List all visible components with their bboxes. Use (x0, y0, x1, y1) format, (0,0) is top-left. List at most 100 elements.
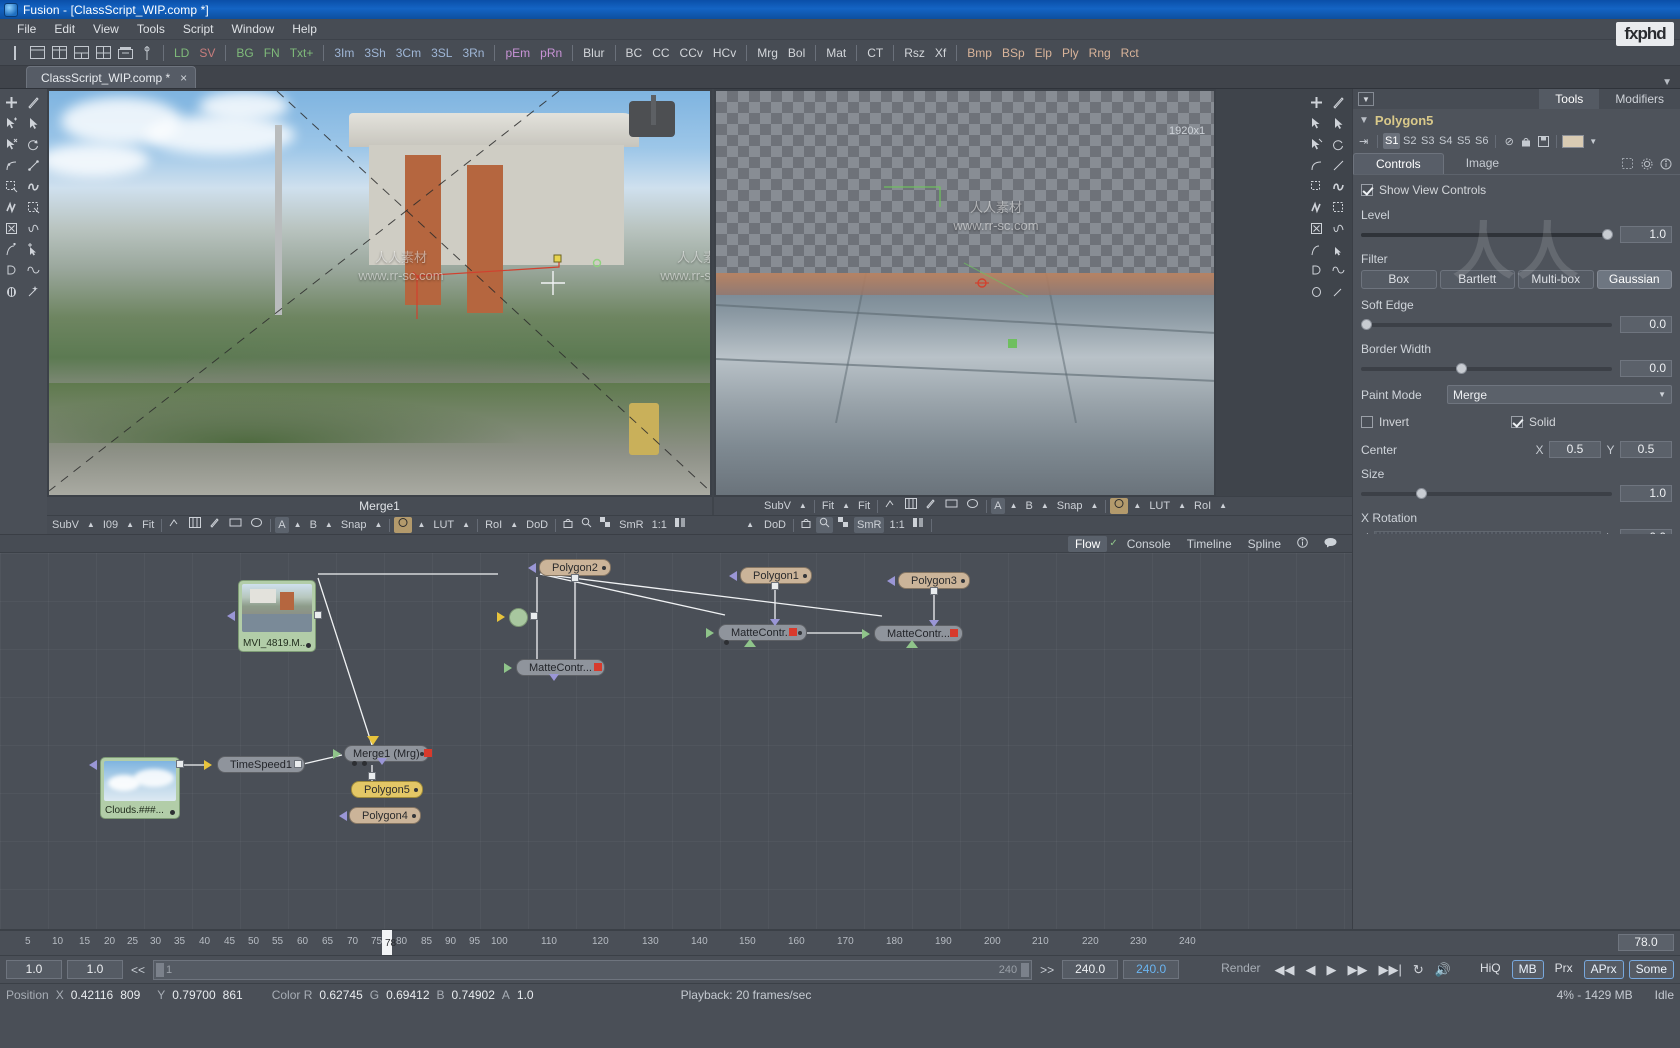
x-rotation-value[interactable]: 0.0 (1620, 529, 1672, 534)
toggle-aprx[interactable]: APrx (1583, 960, 1624, 979)
add-selection-icon[interactable] (22, 239, 44, 260)
filter-option-bartlett[interactable]: Bartlett (1439, 270, 1515, 289)
scale-icon[interactable] (166, 517, 184, 533)
grid-icon[interactable] (902, 498, 920, 514)
play-icon[interactable]: ▶ (1323, 962, 1339, 978)
size-slider-row[interactable]: 1.0 (1361, 485, 1672, 502)
timeline-ruler[interactable]: 5 10 15 20 25 30 35 40 45 50 55 60 65 70 75 80 85 90 95 100… (0, 929, 1680, 955)
wave-curve-icon[interactable] (22, 218, 44, 239)
node-loader-clouds[interactable]: Clouds.###... (100, 757, 180, 819)
level-value[interactable]: 1.0 (1620, 226, 1672, 243)
rect-mask-icon[interactable] (942, 498, 961, 514)
color-picker-icon[interactable] (1110, 498, 1129, 514)
menu-item-window[interactable]: Window (223, 20, 284, 38)
viewer-left-lut[interactable]: LUT (430, 517, 457, 533)
menu-item-edit[interactable]: Edit (45, 20, 84, 38)
lock-icon[interactable] (798, 517, 814, 533)
state-s5[interactable]: S5 (1455, 133, 1472, 149)
loop-icon[interactable]: ↻ (1410, 962, 1427, 978)
save-icon[interactable] (1535, 134, 1551, 149)
node-mattecontrol-1[interactable]: MatteContr... (516, 659, 605, 676)
node-output-handle[interactable] (176, 760, 184, 768)
viewer-right-smr[interactable]: SmR (854, 517, 885, 533)
lock-icon[interactable] (1518, 134, 1534, 149)
ellipse-mask-icon[interactable] (247, 517, 266, 533)
viewer-right-a-buffer[interactable]: A (991, 498, 1005, 514)
pen-icon[interactable] (922, 498, 940, 514)
tool-button-3cm[interactable]: 3Cm (391, 44, 426, 62)
tool-button-fn[interactable]: FN (259, 44, 285, 62)
tool-button-bc[interactable]: BC (621, 44, 648, 62)
viewer-right-ratio[interactable]: 1:1 (886, 517, 907, 533)
split-icon[interactable] (672, 517, 689, 533)
select-rect-icon[interactable] (22, 197, 44, 218)
tool-button-bg[interactable]: BG (231, 44, 258, 62)
tool-button-ld[interactable]: LD (169, 44, 194, 62)
color-picker-icon[interactable] (394, 517, 413, 533)
step-back-icon[interactable]: ◀ (1302, 962, 1318, 978)
tool-button-bsp[interactable]: BSp (997, 44, 1030, 62)
separator-handle-icon[interactable] (137, 44, 157, 62)
smooth-wave-icon[interactable] (22, 176, 44, 197)
tool-button-3sh[interactable]: 3Sh (359, 44, 390, 62)
show-view-controls-checkbox[interactable] (1361, 184, 1373, 196)
node-view-indicator[interactable] (594, 663, 602, 671)
add-point-icon[interactable] (0, 92, 22, 113)
split-icon[interactable] (910, 517, 927, 533)
chevron-up-icon[interactable]: ▲ (1038, 498, 1052, 514)
tool-button-prn[interactable]: pRn (535, 44, 567, 62)
tool-button-blur[interactable]: Blur (578, 44, 609, 62)
viewer-left-b-buffer[interactable]: B (307, 517, 320, 533)
chevron-up-icon[interactable]: ▲ (743, 517, 757, 533)
wave-flat-icon[interactable] (22, 260, 44, 281)
prev-range-button[interactable]: << (128, 963, 148, 977)
select-icon[interactable] (22, 113, 44, 134)
chevron-up-icon[interactable]: ▲ (507, 517, 521, 533)
add-keyframe-icon[interactable] (0, 239, 22, 260)
rotate-icon[interactable] (22, 134, 44, 155)
node-output-handle[interactable] (314, 611, 322, 619)
select-remove-icon[interactable] (1305, 134, 1327, 155)
menu-item-tools[interactable]: Tools (128, 20, 174, 38)
checker-icon[interactable] (597, 517, 614, 533)
onion-skin-icon[interactable] (1305, 281, 1327, 302)
pipe-icon[interactable] (5, 44, 25, 62)
filter-option-gaussian[interactable]: Gaussian (1596, 270, 1672, 289)
chevron-up-icon[interactable]: ▲ (1130, 498, 1144, 514)
node-output-handle[interactable] (530, 612, 538, 620)
add-point-icon[interactable] (1305, 92, 1327, 113)
chevron-up-icon[interactable]: ▲ (1216, 498, 1230, 514)
x-rotation-row[interactable]: 0.0 (1361, 529, 1672, 534)
transform-box-icon[interactable] (0, 176, 22, 197)
x-rotation-ratchet[interactable] (1374, 530, 1601, 534)
comment-icon[interactable] (1317, 536, 1344, 552)
state-s6[interactable]: S6 (1473, 133, 1490, 149)
chevron-down-icon[interactable]: ▼ (1358, 92, 1374, 106)
size-slider[interactable] (1361, 487, 1612, 499)
chevron-up-icon[interactable]: ▲ (322, 517, 336, 533)
chevron-up-icon[interactable]: ▲ (414, 517, 428, 533)
viewer-left-smr[interactable]: SmR (616, 517, 646, 533)
tool-button-mrg[interactable]: Mrg (752, 44, 783, 62)
solid-checkbox[interactable] (1511, 416, 1523, 428)
rotate-icon[interactable] (1327, 134, 1349, 155)
checker-icon[interactable] (835, 517, 852, 533)
solid-row[interactable]: Solid (1511, 413, 1556, 431)
toggle-prx[interactable]: Prx (1549, 960, 1579, 979)
node-merge-circle[interactable] (509, 608, 528, 627)
size-slider-knob[interactable] (1416, 487, 1428, 499)
wave-flat-icon[interactable] (1327, 260, 1349, 281)
pen-icon[interactable] (206, 517, 224, 533)
soft-edge-slider[interactable] (1361, 318, 1612, 330)
tab-controls[interactable]: Controls (1353, 153, 1444, 174)
toggle-some[interactable]: Some (1628, 960, 1674, 979)
line-linear-icon[interactable] (22, 155, 44, 176)
render-range-bar[interactable]: 1 240 (153, 959, 1033, 980)
node-timespeed1[interactable]: TimeSpeed1 (217, 756, 305, 773)
viewer-right-lut[interactable]: LUT (1146, 498, 1173, 514)
next-range-button[interactable]: >> (1037, 963, 1057, 977)
node-view-indicator[interactable] (950, 629, 958, 637)
menu-item-view[interactable]: View (84, 20, 128, 38)
soft-edge-value[interactable]: 0.0 (1620, 316, 1672, 333)
skip-back-icon[interactable]: ◀◀ (1271, 962, 1297, 978)
